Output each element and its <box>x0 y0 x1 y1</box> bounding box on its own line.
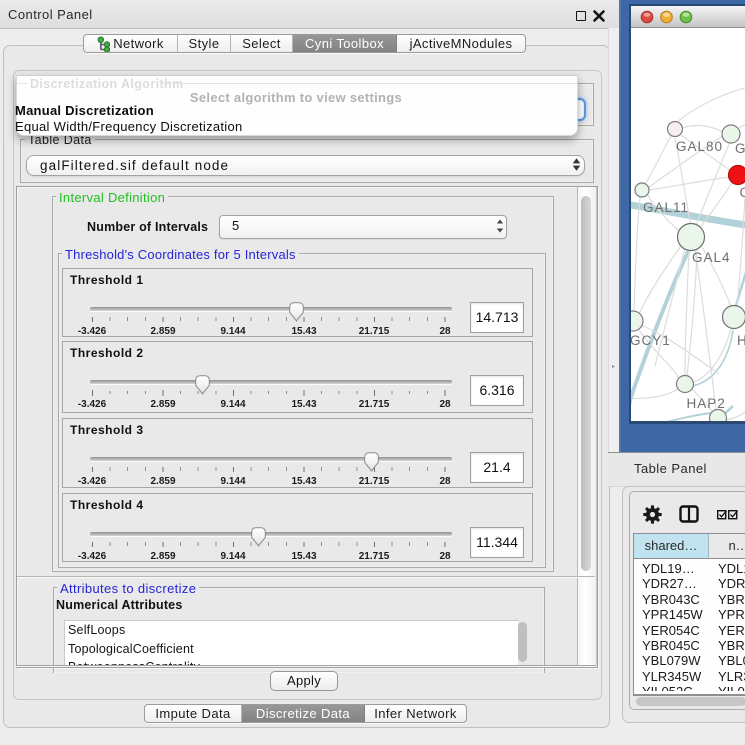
svg-text:G: G <box>735 141 745 156</box>
svg-text:GAL80: GAL80 <box>676 139 723 154</box>
svg-text:HAP2: HAP2 <box>687 396 726 411</box>
svg-text:GCY1: GCY1 <box>630 333 671 348</box>
svg-text:H: H <box>737 333 745 348</box>
svg-text:GAL4: GAL4 <box>692 250 731 265</box>
svg-text:GAL11: GAL11 <box>643 200 689 215</box>
svg-text:C: C <box>740 185 745 200</box>
